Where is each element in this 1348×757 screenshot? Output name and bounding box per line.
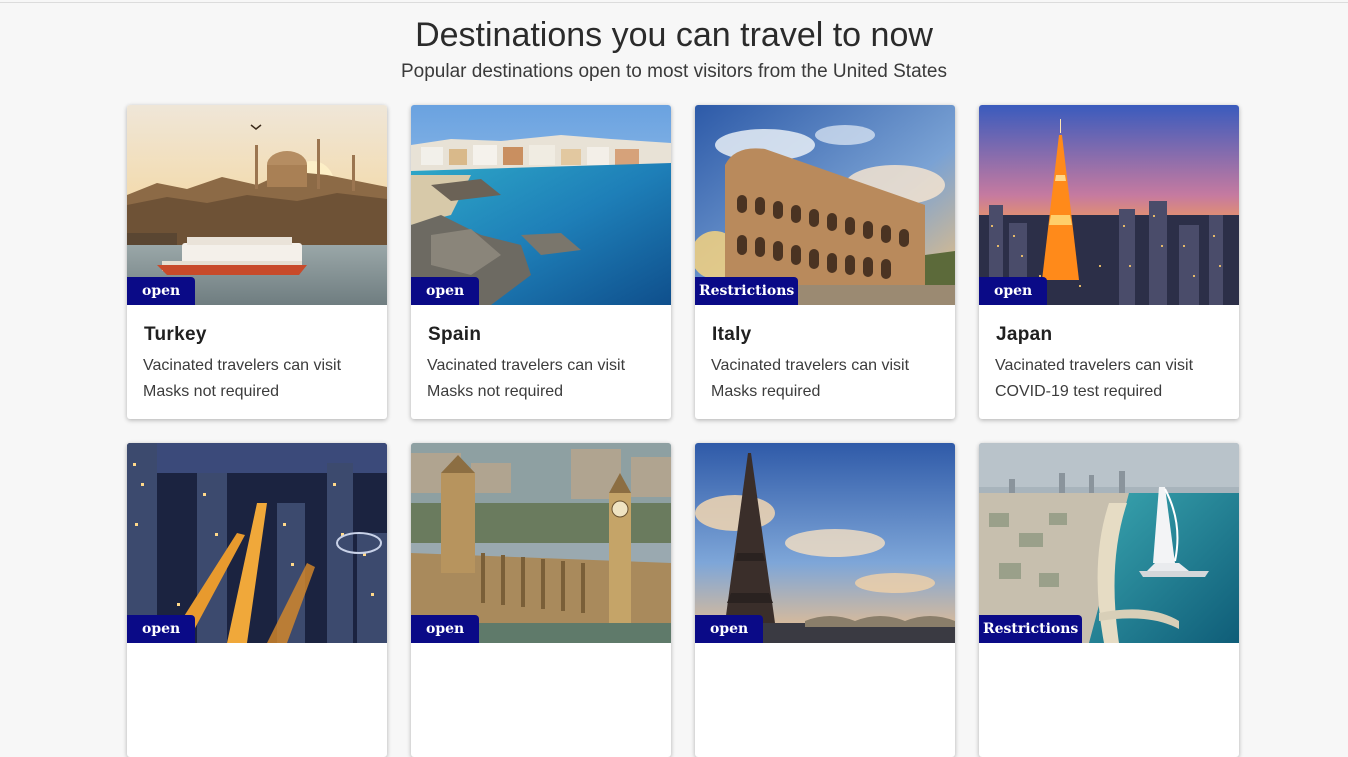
card-body: Spain Vacinated travelers can visit Mask…	[411, 305, 671, 405]
page-header: Destinations you can travel to now Popul…	[0, 14, 1348, 88]
visit-info: Vacinated travelers can visit	[711, 357, 910, 374]
status-badge: open	[411, 615, 480, 643]
destination-card-turkey[interactable]: open Turkey Vacinated travelers can visi…	[127, 105, 387, 419]
destination-card-italy[interactable]: Restrictions Italy Vacinated travelers c…	[695, 105, 955, 419]
destination-card-spain[interactable]: open Spain Vacinated travelers can visit…	[411, 105, 671, 419]
city-night-image: open	[127, 443, 387, 643]
colosseum-image: Restrictions	[695, 105, 955, 305]
status-badge: open	[411, 277, 480, 305]
destination-name: Spain	[428, 324, 482, 345]
london-parliament-image: open	[411, 443, 671, 643]
destinations-grid: open Turkey Vacinated travelers can visi…	[127, 105, 1239, 757]
card-body: Italy Vacinated travelers can visit Mask…	[695, 305, 955, 405]
status-badge: open	[695, 615, 764, 643]
tokyo-tower-image: open	[979, 105, 1239, 305]
requirement-info: Masks required	[711, 383, 821, 400]
destination-card-8[interactable]: Restrictions	[979, 443, 1239, 757]
card-body: Turkey Vacinated travelers can visit Mas…	[127, 305, 387, 405]
requirement-info: COVID-19 test required	[995, 383, 1163, 400]
visit-info: Vacinated travelers can visit	[995, 357, 1194, 374]
card-body: Japan Vacinated travelers can visit COVI…	[979, 305, 1239, 405]
top-divider	[0, 2, 1348, 3]
status-badge: Restrictions	[695, 277, 799, 305]
dubai-burj-al-arab-image: Restrictions	[979, 443, 1239, 643]
status-badge: open	[127, 277, 196, 305]
istanbul-mosque-image: open	[127, 105, 387, 305]
visit-info: Vacinated travelers can visit	[143, 357, 342, 374]
destination-card-7[interactable]: open	[695, 443, 955, 757]
page-title: Destinations you can travel to now	[415, 16, 933, 54]
visit-info: Vacinated travelers can visit	[427, 357, 626, 374]
status-badge: open	[127, 615, 196, 643]
destination-name: Turkey	[144, 324, 207, 345]
eiffel-tower-image: open	[695, 443, 955, 643]
destination-name: Italy	[712, 324, 752, 345]
status-badge: open	[979, 277, 1048, 305]
requirement-info: Masks not required	[427, 383, 564, 400]
spain-coast-image: open	[411, 105, 671, 305]
destination-card-5[interactable]: open	[127, 443, 387, 757]
destination-name: Japan	[996, 324, 1053, 345]
destination-card-6[interactable]: open	[411, 443, 671, 757]
requirement-info: Masks not required	[143, 383, 280, 400]
status-badge: Restrictions	[979, 615, 1083, 643]
destination-card-japan[interactable]: open Japan Vacinated travelers can visit…	[979, 105, 1239, 419]
page-subtitle: Popular destinations open to most visito…	[401, 61, 947, 82]
